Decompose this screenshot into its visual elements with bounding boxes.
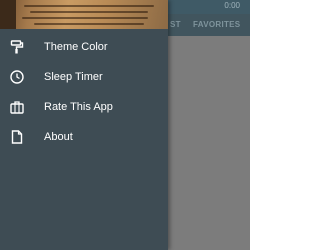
- briefcase-icon: [10, 100, 24, 114]
- menu-item-rate-app[interactable]: Rate This App: [0, 92, 168, 122]
- clock-icon: [10, 70, 24, 84]
- document-icon: [10, 130, 24, 144]
- menu-item-sleep-timer[interactable]: Sleep Timer: [0, 62, 168, 92]
- tab-list[interactable]: ST: [170, 20, 181, 29]
- menu-item-theme-color[interactable]: Theme Color: [0, 32, 168, 62]
- menu-item-label: Rate This App: [44, 101, 113, 113]
- tab-favorites[interactable]: FAVORITES: [193, 20, 240, 29]
- menu-item-label: Sleep Timer: [44, 71, 103, 83]
- menu-item-about[interactable]: About: [0, 122, 168, 152]
- manuscript-edge: [0, 0, 16, 29]
- navigation-drawer: Theme Color Sleep Timer Rate This App Ab…: [0, 0, 168, 250]
- screen: 0:00 ST FAVORITES Theme Color Sleep Time…: [0, 0, 250, 250]
- drawer-menu: Theme Color Sleep Timer Rate This App Ab…: [0, 32, 168, 152]
- menu-item-label: About: [44, 131, 73, 143]
- drawer-header-image: [0, 0, 168, 29]
- menu-item-label: Theme Color: [44, 41, 108, 53]
- paint-roller-icon: [10, 40, 24, 54]
- time-readout: 0:00: [224, 1, 240, 10]
